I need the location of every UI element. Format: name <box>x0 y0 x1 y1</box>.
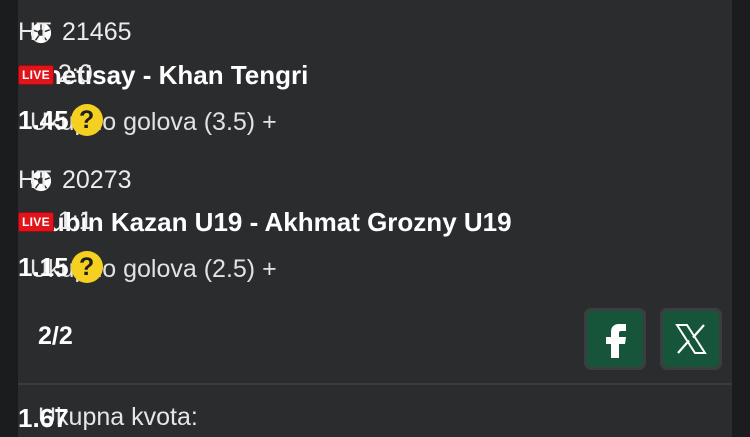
help-icon[interactable]: ? <box>70 251 103 283</box>
odd-group: 1.15 ? <box>18 251 718 283</box>
x-icon <box>675 324 707 354</box>
live-score: LIVE 2:0 <box>18 60 714 89</box>
help-icon[interactable]: ? <box>70 104 103 136</box>
facebook-share-button[interactable] <box>584 308 646 370</box>
live-badge: LIVE <box>18 211 54 232</box>
divider <box>18 383 732 385</box>
match-status: HT <box>18 18 52 46</box>
odd-value: 1.45 <box>18 104 69 135</box>
match-status: HT <box>18 166 52 194</box>
facebook-icon <box>606 324 626 358</box>
total-odds-value: 1.67 <box>18 403 69 433</box>
ticket-card: 21465 HT Zhetisay - Khan Tengri LIVE 2:0… <box>18 0 732 437</box>
live-badge: LIVE <box>18 64 54 85</box>
score: 1:1 <box>57 207 93 235</box>
odd-group: 1.45 ? <box>18 104 718 136</box>
live-score: LIVE 1:1 <box>18 207 714 236</box>
score: 2:0 <box>57 60 93 88</box>
x-share-button[interactable] <box>660 308 722 370</box>
odd-value: 1.15 <box>18 251 69 282</box>
